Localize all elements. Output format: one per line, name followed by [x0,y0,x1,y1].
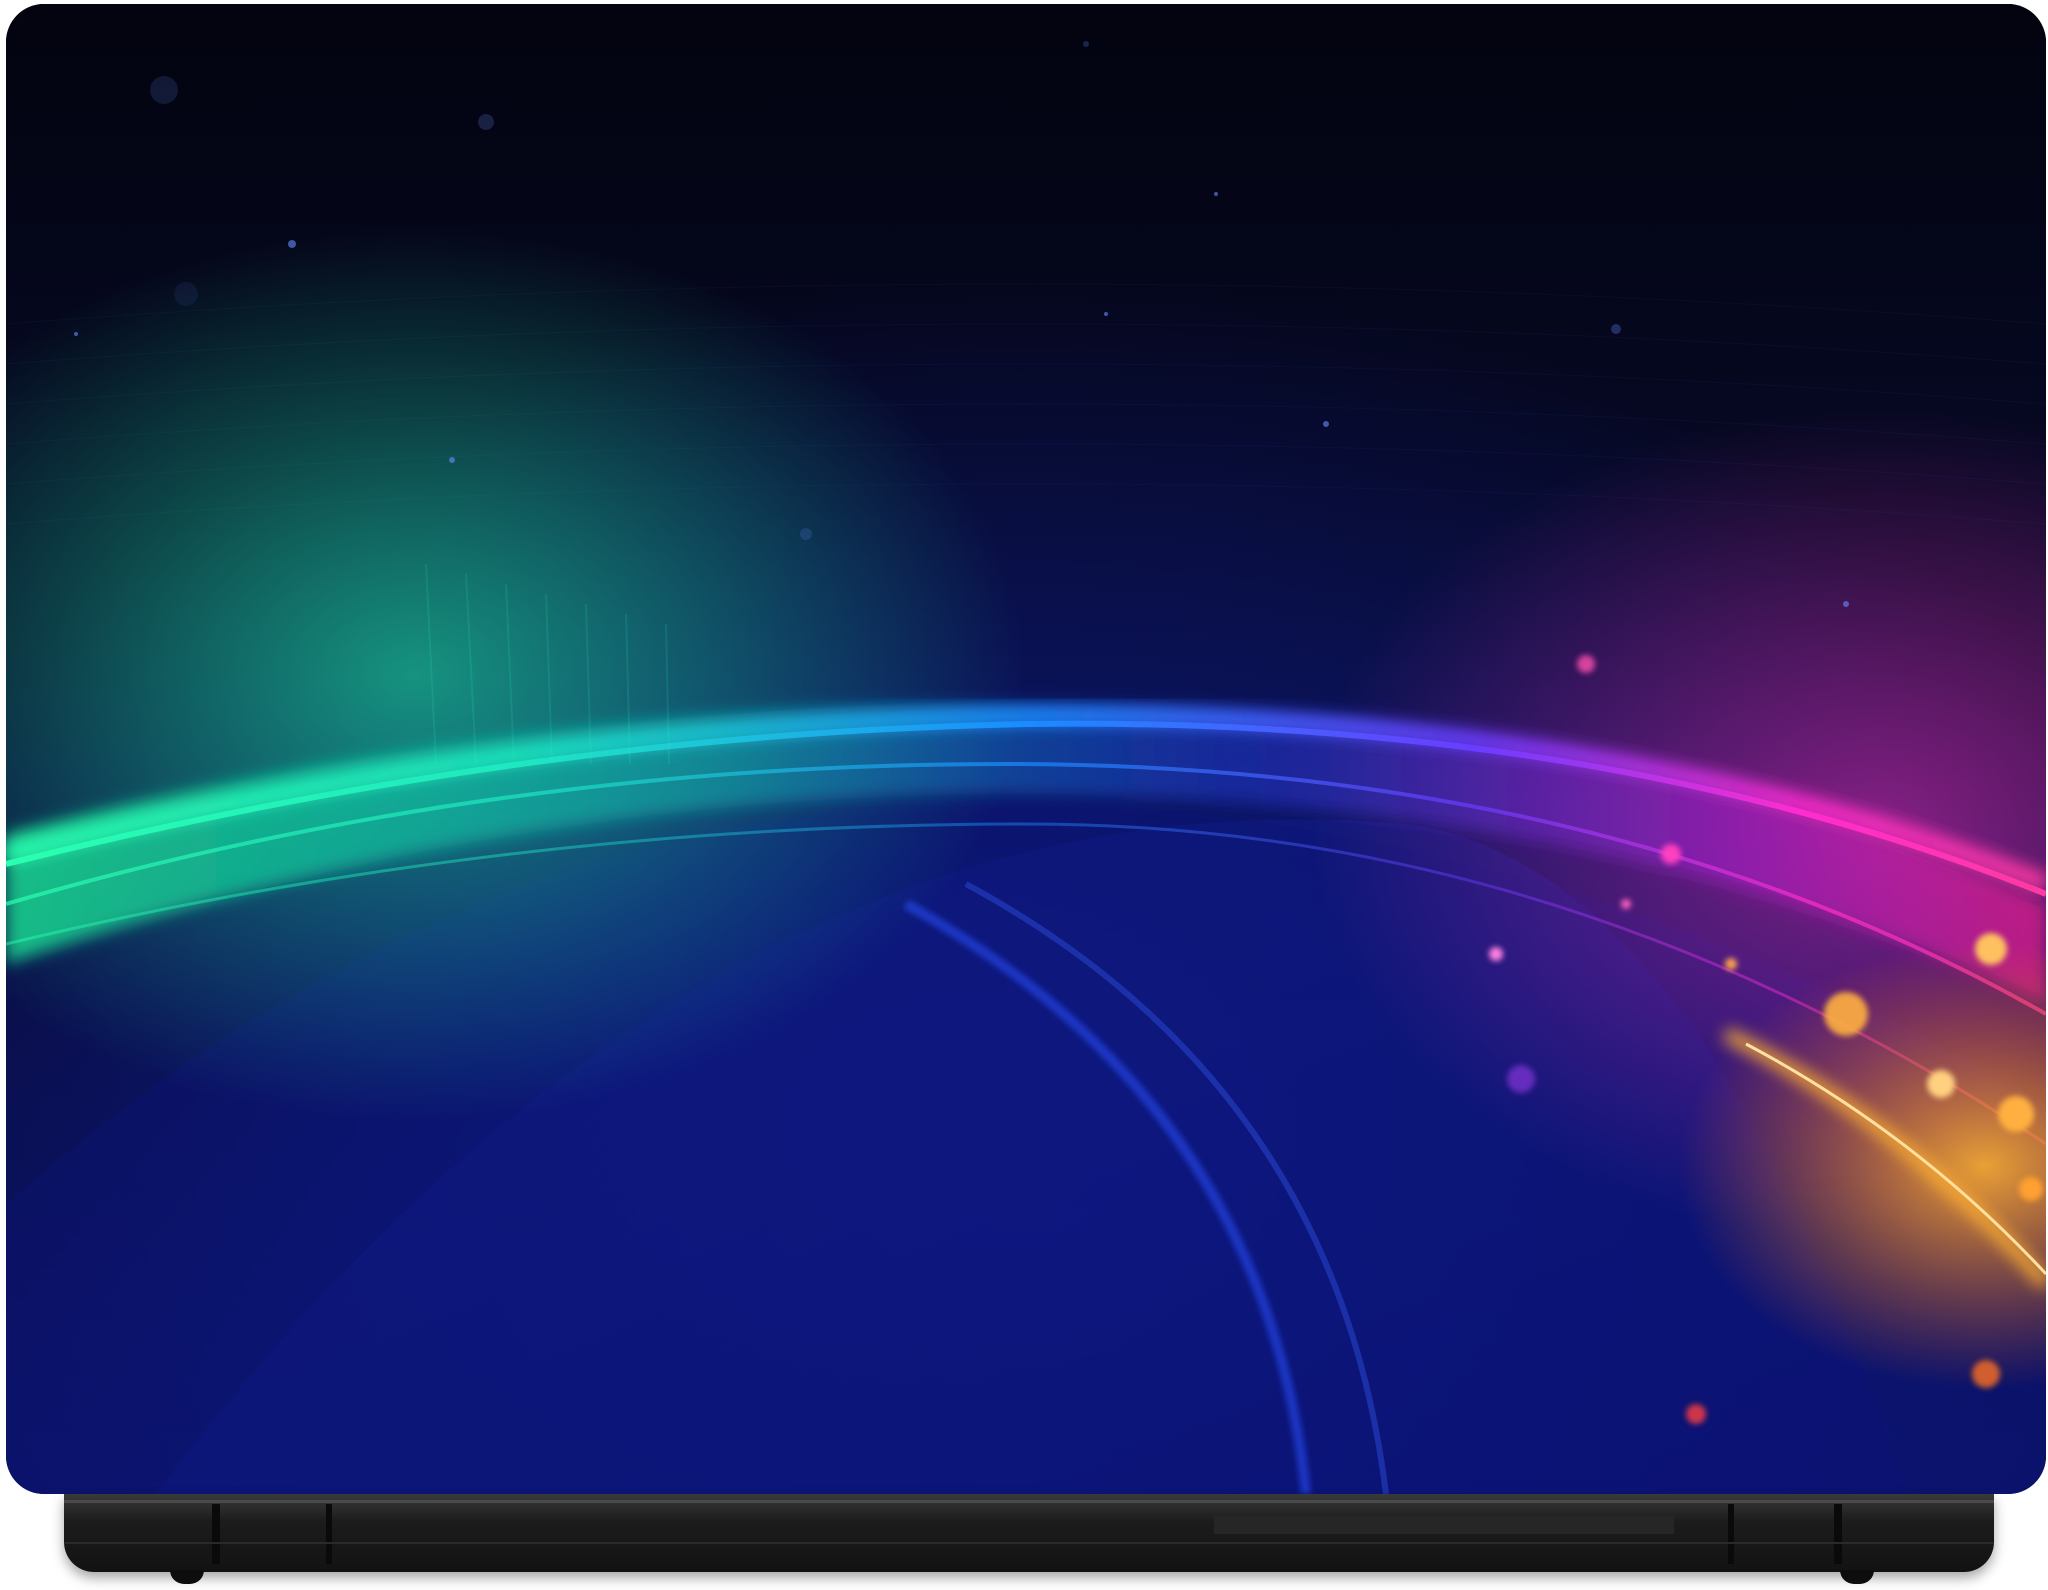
laptop-base-hinge [64,1494,1994,1572]
laptop-lid-artwork [6,4,2046,1494]
abstract-arc-wallpaper [6,4,2046,1494]
hinge-details [64,1500,1994,1564]
laptop-foot-right [1840,1570,1874,1584]
laptop-foot-left [170,1570,204,1584]
